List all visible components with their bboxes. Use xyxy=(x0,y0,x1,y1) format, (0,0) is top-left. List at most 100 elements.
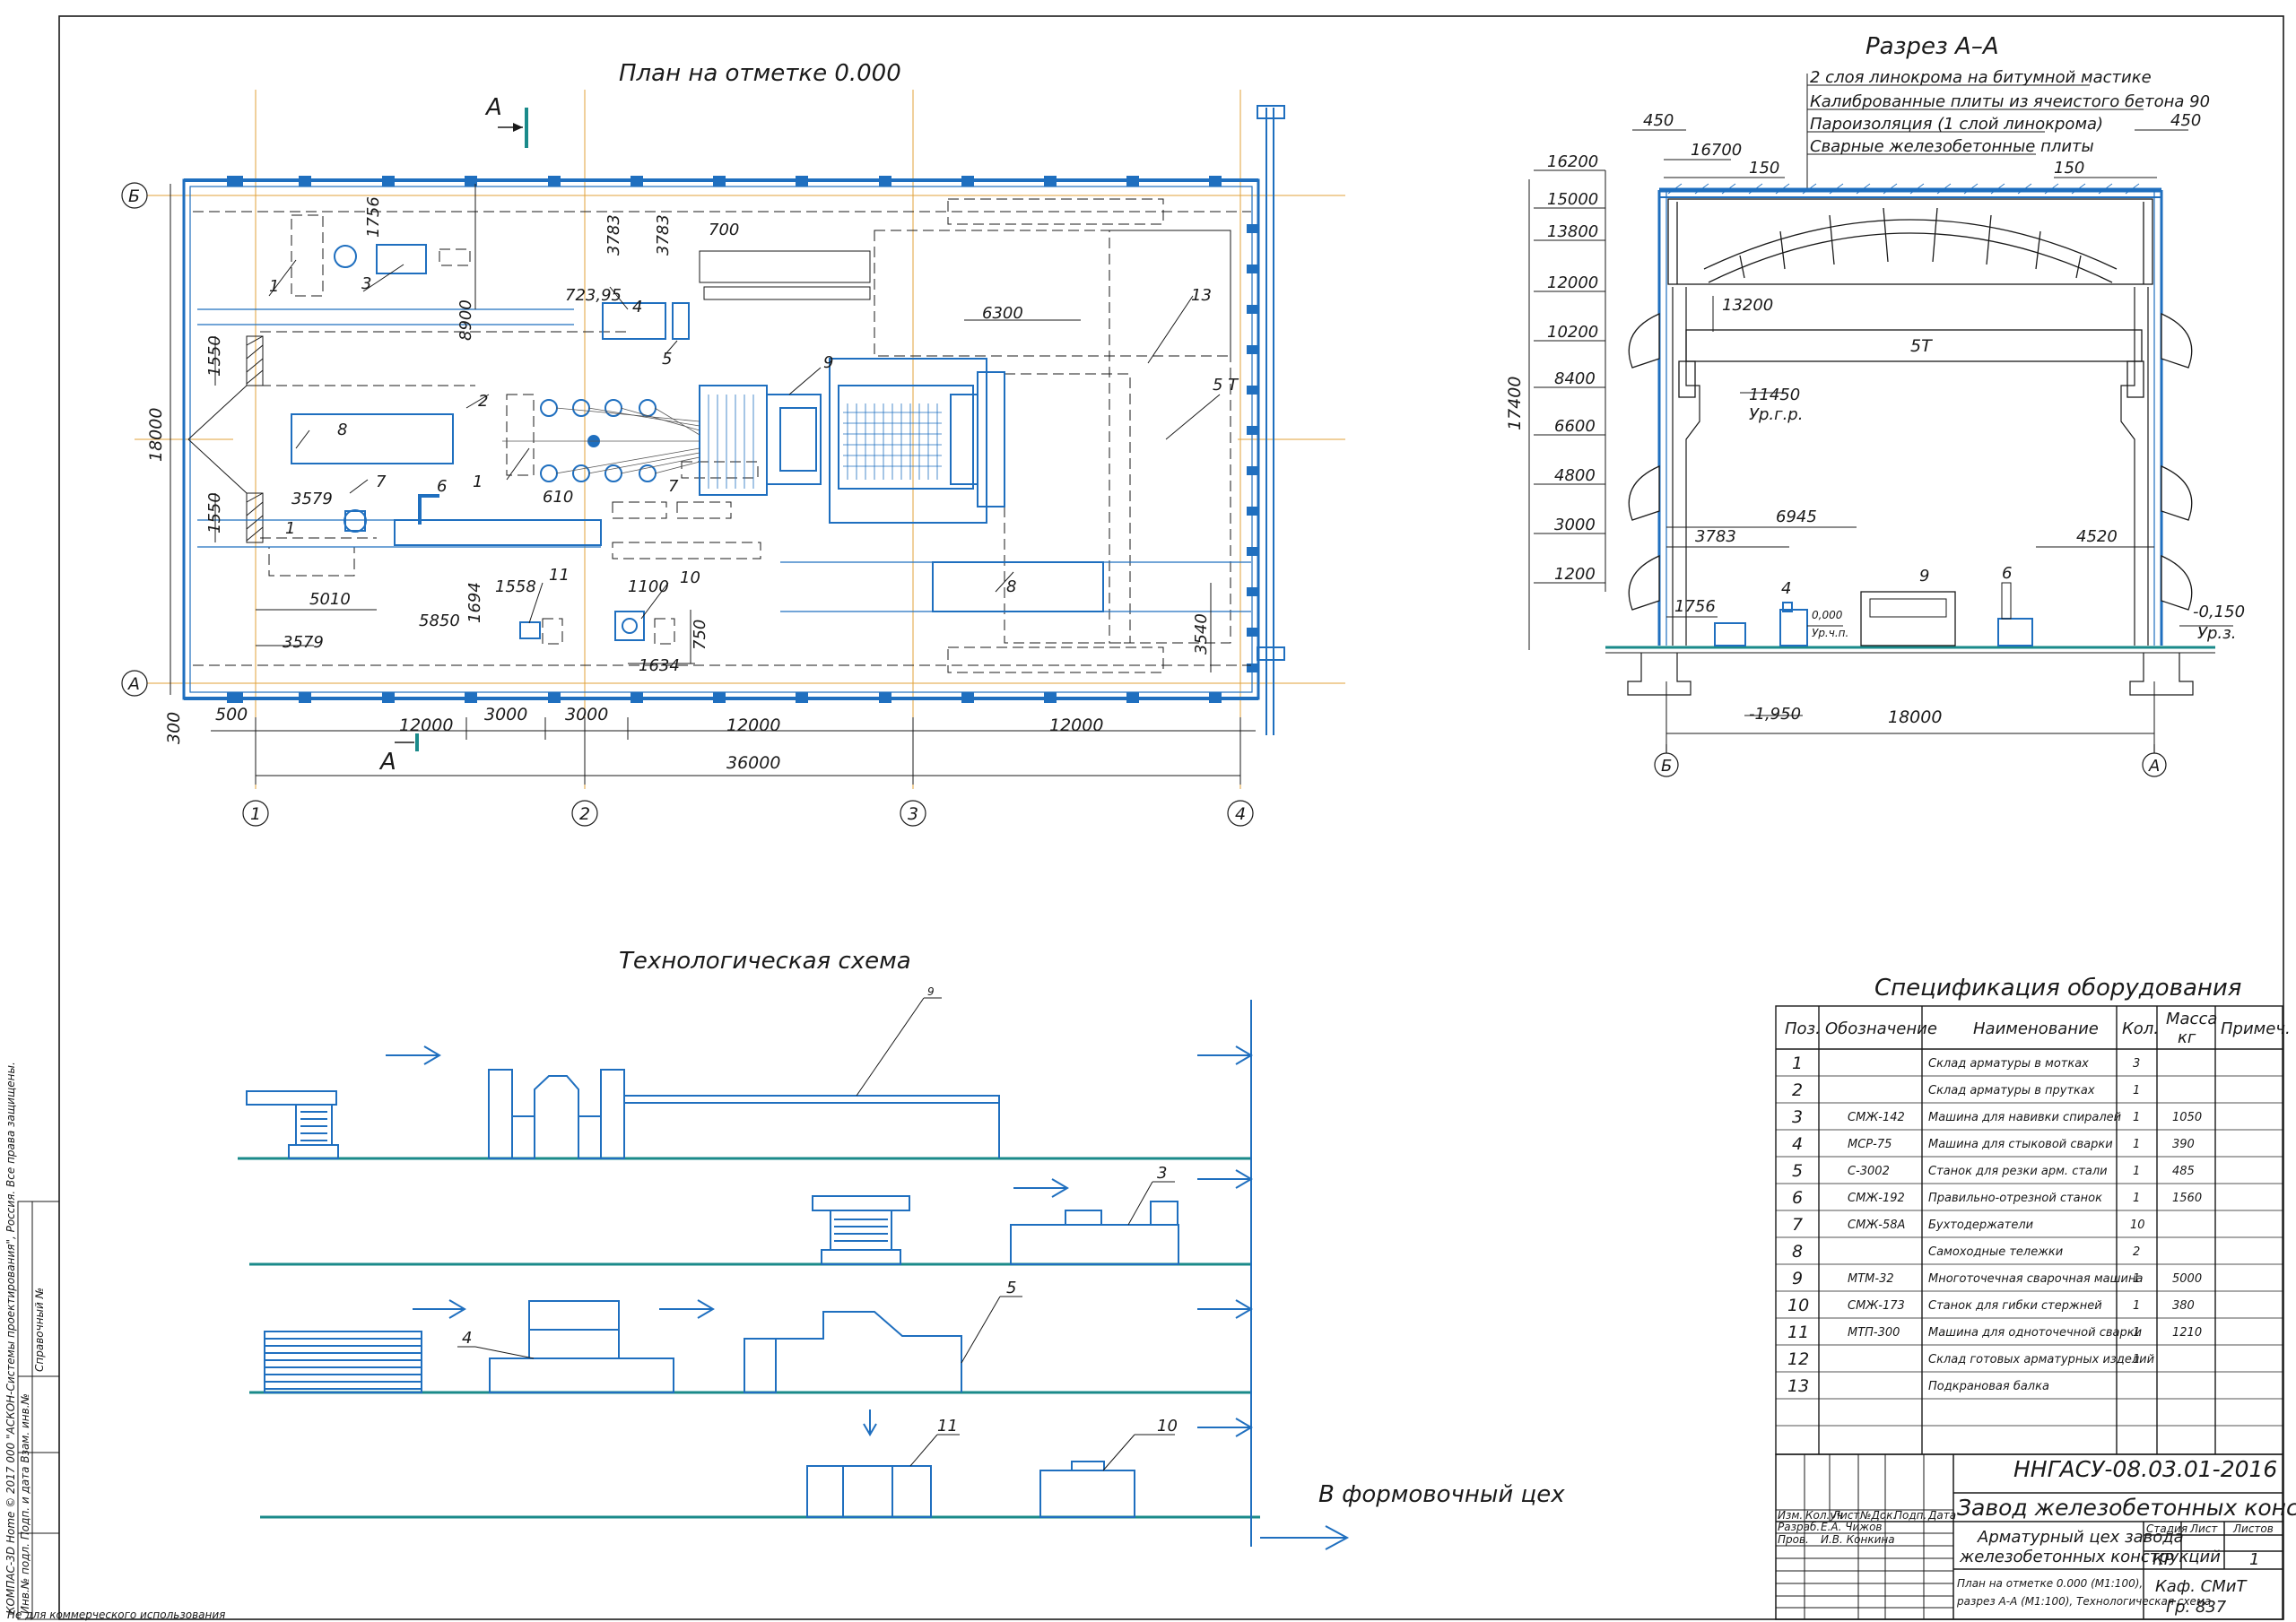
spec-row-desig: МТП-300 xyxy=(1848,1326,1900,1340)
spec-row-mass: 1050 xyxy=(2172,1111,2202,1124)
dim-3783a: 3783 xyxy=(604,214,623,256)
scheme-callout-10: 10 xyxy=(1157,1417,1178,1436)
dim-1558: 1558 xyxy=(495,577,536,596)
spec-row-name: Склад арматуры в мотках xyxy=(1928,1057,2089,1071)
level-16200: 16200 xyxy=(1547,152,1598,171)
drawing-sheet: План на отметке 0.000 А А Б А 1 2 3 4 50… xyxy=(0,0,2296,1622)
side-stamp-1: КОМПАС-3D Home © 2017 000 "АСКОН-Системы… xyxy=(4,1062,17,1614)
spec-row-pos: 10 xyxy=(1787,1296,1809,1315)
section-ground-level: -0,150 xyxy=(2193,603,2245,621)
section-dim-1756: 1756 xyxy=(1674,597,1716,616)
spec-row-qty: 1 xyxy=(2133,1299,2140,1313)
spec-h-mass: Масса xyxy=(2166,1010,2217,1028)
tb-org-2: Гр. 837 xyxy=(2166,1598,2227,1617)
section-axis-b: Б xyxy=(1661,757,1672,776)
spec-row-qty: 1 xyxy=(2133,1165,2140,1178)
callout-7b: 7 xyxy=(668,477,679,496)
dim-1550a: 1550 xyxy=(205,335,224,377)
level-6600: 6600 xyxy=(1554,417,1596,436)
section-dim-450b: 450 xyxy=(2170,111,2201,130)
tb-h-ndok: №Док. xyxy=(1859,1509,1896,1522)
scheme-title: Технологическая схема xyxy=(619,948,911,975)
section-callout-9: 9 xyxy=(1919,567,1929,585)
level-10200: 10200 xyxy=(1547,323,1598,342)
spec-row-pos: 3 xyxy=(1792,1107,1803,1127)
dim-700: 700 xyxy=(709,221,739,239)
dim-8900: 8900 xyxy=(457,299,475,341)
spec-row-name: Склад арматуры в прутках xyxy=(1928,1084,2095,1097)
section-dim-150a: 150 xyxy=(1749,159,1779,178)
spec-row-name: Самоходные тележки xyxy=(1928,1245,2063,1259)
section-floor-label: Ур.ч.п. xyxy=(1812,627,1848,639)
dim-3579a: 3579 xyxy=(291,490,333,508)
spec-row-name: Правильно-отрезной станок xyxy=(1928,1192,2102,1205)
tb-h-data: Дата xyxy=(1927,1509,1956,1522)
layer-4: Сварные железобетонные плиты xyxy=(1810,137,2094,156)
spec-row-pos: 8 xyxy=(1792,1242,1803,1262)
tb-name-prov: И.В. Конкина xyxy=(1821,1533,1895,1546)
callout-9: 9 xyxy=(823,353,833,372)
spec-row-name: Подкрановая балка xyxy=(1928,1380,2049,1393)
callout-3: 3 xyxy=(361,274,371,293)
spec-row-mass: 1210 xyxy=(2172,1326,2202,1340)
section-height-17400: 17400 xyxy=(1505,377,1525,430)
level-15000: 15000 xyxy=(1547,190,1598,209)
dim-300: 300 xyxy=(164,712,184,744)
tb-h-podp: Подп. xyxy=(1894,1509,1926,1522)
dim-1694: 1694 xyxy=(465,582,484,623)
spec-row-desig: СМЖ-58А xyxy=(1848,1219,1905,1232)
callout-1b: 1 xyxy=(473,473,483,491)
scheme-callout-3: 3 xyxy=(1157,1164,1167,1183)
callout-11: 11 xyxy=(549,566,570,585)
spec-row-mass: 5000 xyxy=(2172,1272,2202,1286)
spec-row-pos: 7 xyxy=(1792,1215,1803,1235)
tb-role-razrab: Разраб. xyxy=(1778,1521,1820,1533)
level-13800: 13800 xyxy=(1547,222,1598,241)
tb-lists: 1 xyxy=(2249,1550,2259,1569)
spec-row-pos: 13 xyxy=(1787,1376,1809,1396)
section-ground-label: Ур.з. xyxy=(2197,624,2236,643)
section-dim-3783: 3783 xyxy=(1695,527,1736,546)
spec-h-note: Примеч. xyxy=(2221,1019,2291,1038)
plan-title: План на отметке 0.000 xyxy=(619,60,901,87)
section-callout-4: 4 xyxy=(1781,579,1791,598)
callout-1a: 1 xyxy=(269,277,279,296)
tb-org-1: Каф. СМиТ xyxy=(2155,1577,2248,1596)
spec-row-qty: 1 xyxy=(2133,1326,2140,1340)
spec-row-pos: 2 xyxy=(1792,1080,1803,1100)
dim-72395: 723,95 xyxy=(565,286,622,305)
scheme-callout-4: 4 xyxy=(462,1329,472,1348)
spec-title: Спецификация оборудования xyxy=(1874,975,2241,1002)
dim-5850: 5850 xyxy=(419,612,460,630)
callout-8b: 8 xyxy=(1006,577,1016,596)
axis-label-4: 4 xyxy=(1235,804,1246,824)
dim-500: 500 xyxy=(215,705,248,724)
spec-row-name: Бухтодержатели xyxy=(1928,1219,2033,1232)
dim-1550b: 1550 xyxy=(205,492,224,533)
dim-5010: 5010 xyxy=(309,590,351,609)
callout-5: 5 xyxy=(662,350,672,369)
tb-name-razrab: Е.А. Чижов xyxy=(1821,1521,1882,1533)
axis-label-3: 3 xyxy=(908,804,918,824)
callout-6: 6 xyxy=(437,477,447,496)
callout-8a: 8 xyxy=(337,421,347,439)
svg-text:А: А xyxy=(378,749,396,776)
section-axis-a: А xyxy=(2148,757,2160,776)
tb-list-h: Лист xyxy=(2189,1522,2218,1535)
tb-stage: КР xyxy=(2152,1550,2174,1569)
dim-610: 610 xyxy=(543,488,573,507)
callout-5t: 5 T xyxy=(1213,376,1239,395)
spec-row-name: Склад готовых арматурных изделий xyxy=(1928,1353,2154,1366)
spec-row-qty: 1 xyxy=(2133,1111,2140,1124)
spec-row-pos: 9 xyxy=(1792,1269,1803,1288)
section-dim-150b: 150 xyxy=(2054,159,2084,178)
side-stamp-2: Инв.№ подл. Подп. и дата Взам. инв.№ xyxy=(19,1393,31,1614)
spec-row-name: Машина для стыковой сварки xyxy=(1928,1138,2113,1151)
dim-36000: 36000 xyxy=(726,753,780,773)
dim-3000-1: 3000 xyxy=(484,705,527,724)
section-rail-label: Ур.г.р. xyxy=(1749,405,1803,424)
spec-row-desig: СМЖ-173 xyxy=(1848,1299,1905,1313)
scheme-callout-11: 11 xyxy=(937,1417,958,1436)
spec-row-qty: 1 xyxy=(2133,1272,2140,1286)
spec-row-qty: 3 xyxy=(2133,1057,2140,1071)
